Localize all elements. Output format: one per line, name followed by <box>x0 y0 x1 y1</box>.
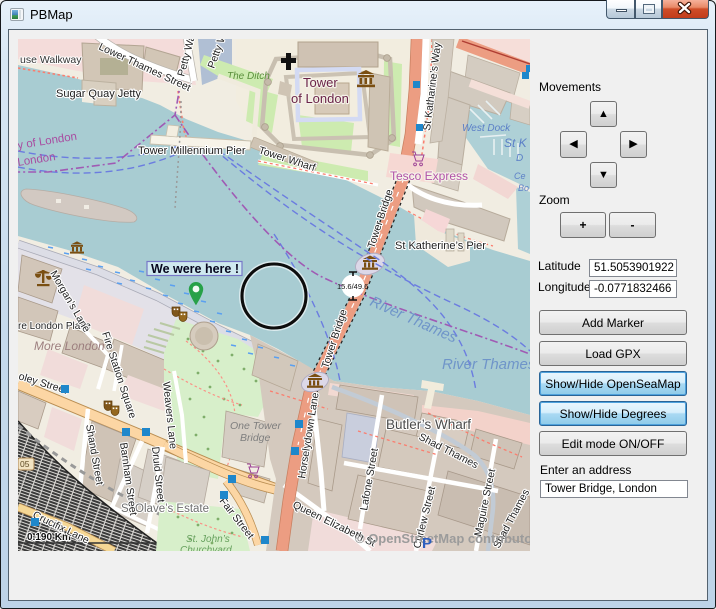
svg-text:15.6/49.6: 15.6/49.6 <box>337 282 368 291</box>
svg-text:Sugar Quay Jetty: Sugar Quay Jetty <box>56 88 141 100</box>
svg-text:One Tower: One Tower <box>230 420 281 432</box>
svg-text:P: P <box>422 535 432 551</box>
svg-text:More London: More London <box>34 339 105 353</box>
svg-text:We were here !: We were here ! <box>151 262 239 276</box>
svg-text:St Katherine’s Pier: St Katherine’s Pier <box>395 240 486 252</box>
svg-text:River Thames: River Thames <box>442 356 530 373</box>
svg-text:Tower Millennium Pier: Tower Millennium Pier <box>138 145 246 157</box>
svg-text:05: 05 <box>20 459 30 469</box>
svg-text:Churchyard: Churchyard <box>180 545 232 551</box>
svg-text:Bridge: Bridge <box>240 432 271 444</box>
svg-text:Bo: Bo <box>518 183 529 193</box>
svg-text:St. John’s: St. John’s <box>186 534 230 545</box>
svg-text:West Dock: West Dock <box>462 123 511 134</box>
svg-text:Butler’s Wharf: Butler’s Wharf <box>386 417 471 432</box>
svg-text:St K: St K <box>504 136 528 150</box>
svg-text:Tesco Express: Tesco Express <box>390 169 468 183</box>
svg-text:of London: of London <box>291 91 349 106</box>
svg-text:use Walkway: use Walkway <box>20 54 82 66</box>
svg-text:D: D <box>516 153 523 164</box>
svg-text:© OpenStreetMap contributors: © OpenStreetMap contributors <box>355 531 530 546</box>
svg-text:Tower: Tower <box>303 75 338 90</box>
svg-text:Ce: Ce <box>514 171 526 181</box>
